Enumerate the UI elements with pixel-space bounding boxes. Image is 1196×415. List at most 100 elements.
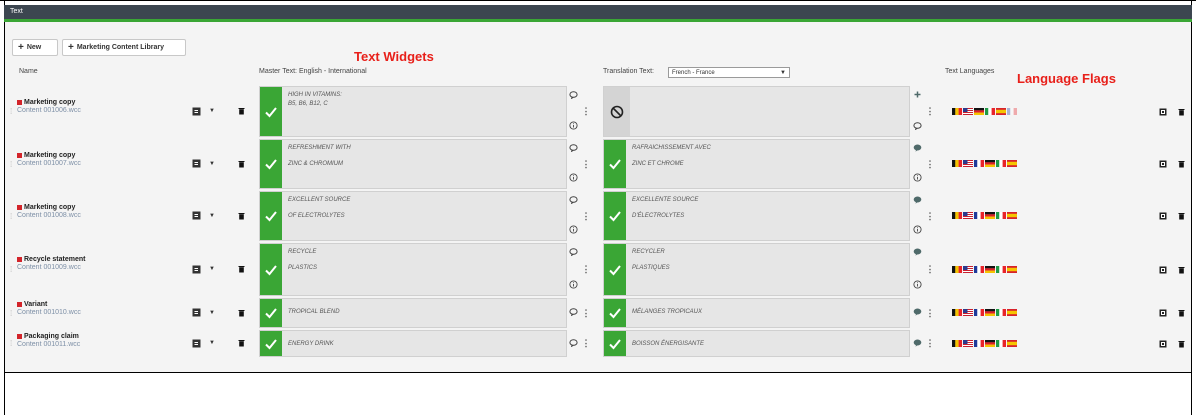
checkmark-icon[interactable] <box>604 244 626 295</box>
trash-icon[interactable] <box>234 105 248 118</box>
flag-icon[interactable] <box>1007 339 1017 347</box>
edit-icon[interactable] <box>1157 158 1169 170</box>
comment-filled-icon[interactable] <box>913 248 922 258</box>
trash-icon[interactable] <box>1175 158 1187 170</box>
flag-icon[interactable] <box>974 107 984 115</box>
flag-icon[interactable] <box>996 107 1006 115</box>
chevron-down-icon[interactable]: ▼ <box>206 105 218 118</box>
checkmark-icon[interactable] <box>260 244 282 295</box>
kebab-icon[interactable]: ⋮ <box>582 338 591 350</box>
checkmark-icon[interactable] <box>604 140 626 188</box>
flag-icon[interactable] <box>963 212 973 219</box>
translation-text-widget[interactable]: MÉLANGES TROPICAUX <box>603 298 910 328</box>
drag-handle-icon[interactable]: ⁞ <box>10 330 14 357</box>
flag-icon[interactable] <box>1007 309 1017 316</box>
flag-icon[interactable] <box>996 212 1006 219</box>
chevron-down-icon[interactable]: ▼ <box>206 157 218 170</box>
trash-icon[interactable] <box>234 337 248 350</box>
kebab-icon[interactable]: ⋮ <box>582 210 591 222</box>
kebab-icon[interactable]: ⋮ <box>926 338 935 350</box>
flag-icon[interactable] <box>952 160 962 167</box>
flag-icon[interactable] <box>985 107 995 115</box>
flag-icon[interactable] <box>1007 212 1017 219</box>
flag-icon[interactable] <box>952 339 962 347</box>
translation-text-widget[interactable]: EXCELLENTE SOURCE D'ÉLECTROLYTES <box>603 191 910 241</box>
flag-icon[interactable] <box>985 160 995 167</box>
plus-icon[interactable] <box>914 91 921 100</box>
kebab-icon[interactable]: ⋮ <box>582 106 591 118</box>
trash-icon[interactable] <box>234 157 248 170</box>
flag-icon[interactable] <box>1007 160 1017 167</box>
sync-icon[interactable] <box>186 306 206 319</box>
kebab-icon[interactable]: ⋮ <box>582 264 591 276</box>
kebab-icon[interactable]: ⋮ <box>926 210 935 222</box>
edit-icon[interactable] <box>1157 338 1169 350</box>
kebab-icon[interactable]: ⋮ <box>926 307 935 319</box>
comment-icon[interactable] <box>568 144 578 154</box>
info-icon[interactable] <box>568 280 578 291</box>
sync-icon[interactable] <box>186 157 206 170</box>
translation-text-widget[interactable]: RAFRAICHISSEMENT AVEC ZINC ET CHROME <box>603 139 910 189</box>
comment-filled-icon[interactable] <box>913 144 922 154</box>
drag-handle-icon[interactable]: ⁞ <box>10 298 14 328</box>
trash-icon[interactable] <box>234 209 248 222</box>
translation-text-widget[interactable] <box>603 86 910 137</box>
kebab-icon[interactable]: ⋮ <box>582 158 591 170</box>
edit-icon[interactable] <box>1157 264 1169 276</box>
chevron-down-icon[interactable]: ▼ <box>206 306 218 319</box>
translation-language-select[interactable]: French - France ▼ <box>668 67 790 78</box>
flag-icon[interactable] <box>952 265 962 273</box>
master-text-widget[interactable]: EXCELLENT SOURCE OF ELECTROLYTES <box>259 191 567 241</box>
kebab-icon[interactable]: ⋮ <box>582 307 591 319</box>
checkmark-icon[interactable] <box>260 331 282 356</box>
content-name[interactable]: Marketing copy <box>17 99 81 106</box>
comment-filled-icon[interactable] <box>913 339 922 349</box>
translation-text-widget[interactable]: BOISSON ÉNERGISANTE <box>603 330 910 357</box>
flag-icon[interactable] <box>963 265 973 273</box>
flag-icon[interactable] <box>985 212 995 219</box>
flag-icon[interactable] <box>963 309 973 316</box>
master-text-widget[interactable]: ENERGY DRINK <box>259 330 567 357</box>
flag-icon[interactable] <box>1007 265 1017 273</box>
comment-filled-icon[interactable] <box>913 308 922 318</box>
comment-icon[interactable] <box>568 248 578 258</box>
blocked-icon[interactable] <box>604 87 630 136</box>
trash-icon[interactable] <box>234 263 248 276</box>
marketing-content-library-button[interactable]: + Marketing Content Library <box>62 39 186 56</box>
checkmark-icon[interactable] <box>260 192 282 240</box>
master-text-widget[interactable]: REFRESHMENT WITH ZINC & CHROMIUM <box>259 139 567 189</box>
flag-icon[interactable] <box>996 339 1006 347</box>
kebab-icon[interactable]: ⋮ <box>926 106 935 118</box>
sync-icon[interactable] <box>186 105 206 118</box>
comment-icon[interactable] <box>568 308 578 318</box>
flag-icon[interactable] <box>985 339 995 347</box>
flag-icon[interactable] <box>974 309 984 316</box>
trash-icon[interactable] <box>1175 338 1187 350</box>
trash-icon[interactable] <box>1175 210 1187 222</box>
trash-icon[interactable] <box>1175 106 1187 118</box>
edit-icon[interactable] <box>1157 210 1169 222</box>
edit-icon[interactable] <box>1157 106 1169 118</box>
master-text-widget[interactable]: HIGH IN VITAMINS: B5, B6, B12, C <box>259 86 567 137</box>
flag-icon[interactable] <box>974 160 984 167</box>
checkmark-icon[interactable] <box>260 299 282 327</box>
info-icon[interactable] <box>568 121 578 132</box>
flag-icon[interactable] <box>963 339 973 347</box>
chevron-down-icon[interactable]: ▼ <box>206 209 218 222</box>
drag-handle-icon[interactable]: ⁞ <box>10 139 14 189</box>
sync-icon[interactable] <box>186 263 206 276</box>
edit-icon[interactable] <box>1157 307 1169 319</box>
checkmark-icon[interactable] <box>604 331 626 356</box>
content-name[interactable]: Recycle statement <box>17 256 85 263</box>
flag-icon[interactable] <box>963 107 973 115</box>
master-text-widget[interactable]: RECYCLE PLASTICS <box>259 243 567 296</box>
checkmark-icon[interactable] <box>604 192 626 240</box>
flag-icon[interactable] <box>974 212 984 219</box>
chevron-down-icon[interactable]: ▼ <box>206 263 218 276</box>
flag-icon[interactable] <box>974 265 984 273</box>
chevron-down-icon[interactable]: ▼ <box>206 337 218 350</box>
flag-icon[interactable] <box>996 309 1006 316</box>
flag-icon[interactable] <box>985 309 995 316</box>
comment-icon[interactable] <box>568 91 578 101</box>
content-name[interactable]: Marketing copy <box>17 152 81 159</box>
